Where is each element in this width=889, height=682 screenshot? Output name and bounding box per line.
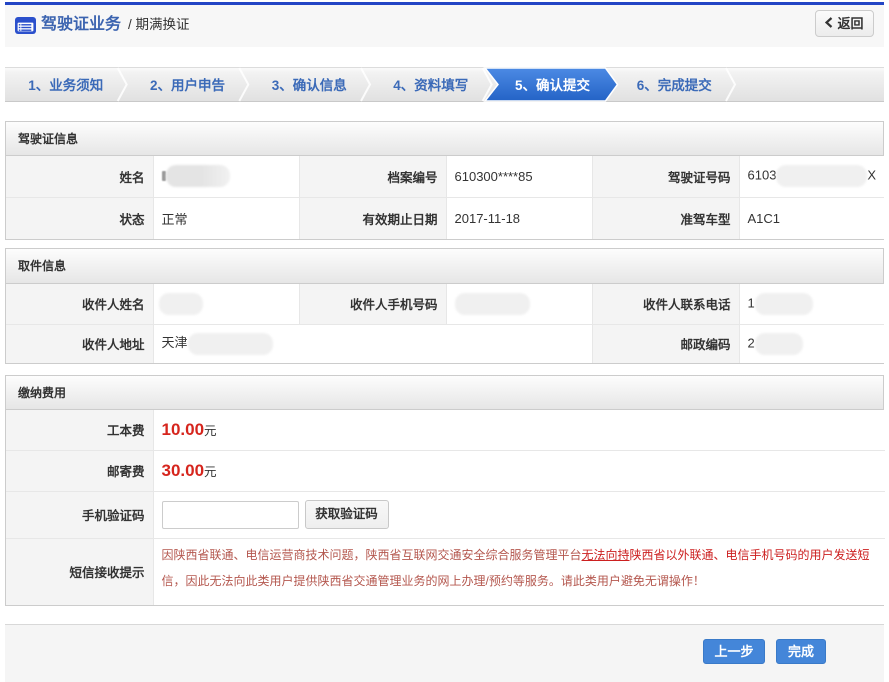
svg-text:6、完成提交: 6、完成提交	[637, 77, 713, 93]
svg-text:3、确认信息: 3、确认信息	[272, 77, 348, 93]
svg-text:1、业务须知: 1、业务须知	[28, 77, 103, 93]
svg-text:4、资料填写: 4、资料填写	[393, 77, 468, 93]
svg-text:5、确认提交: 5、确认提交	[515, 77, 591, 93]
svg-text:2、用户申告: 2、用户申告	[150, 77, 225, 93]
